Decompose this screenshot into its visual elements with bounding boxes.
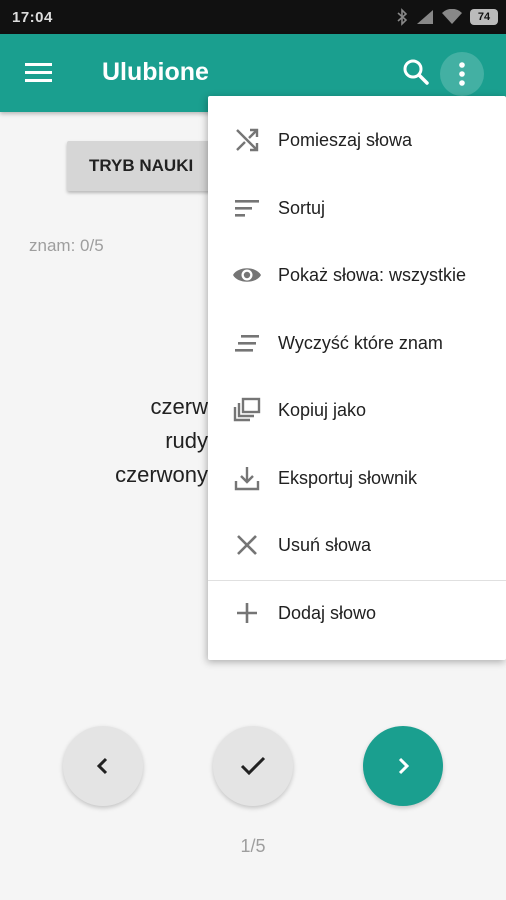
plus-icon xyxy=(232,598,262,628)
status-icons: 74 xyxy=(396,8,498,26)
menu-item-sort[interactable]: Sortuj xyxy=(208,175,506,241)
battery-indicator: 74 xyxy=(470,9,498,25)
copy-icon xyxy=(232,395,262,425)
word-line-1: czerw xyxy=(150,394,208,419)
menu-item-label: Usuń słowa xyxy=(278,534,372,555)
menu-item-label: Wyczyść które znam xyxy=(278,332,443,353)
status-bar: 17:04 74 xyxy=(0,0,506,34)
menu-item-label: Dodaj słowo xyxy=(278,602,377,623)
menu-item-label: Pomieszaj słowa xyxy=(278,129,413,150)
shuffle-icon xyxy=(232,125,262,155)
page-title: Ulubione xyxy=(102,58,209,86)
close-icon xyxy=(232,530,262,560)
menu-item-show-words[interactable]: Pokaż słowa: wszystkie xyxy=(208,242,506,308)
status-time: 17:04 xyxy=(12,9,53,26)
download-icon xyxy=(232,463,262,493)
menu-item-label: Eksportuj słownik xyxy=(278,467,418,488)
check-icon xyxy=(240,756,266,776)
menu-item-add-word[interactable]: Dodaj słowo xyxy=(208,580,506,646)
menu-item-label: Kopiuj jako xyxy=(278,399,367,420)
sort-icon xyxy=(232,193,262,223)
eye-icon xyxy=(232,260,262,290)
menu-item-label: Pokaż słowa: wszystkie xyxy=(278,264,467,285)
cell-signal-icon xyxy=(417,10,433,24)
previous-button[interactable] xyxy=(63,726,143,806)
chevron-left-icon xyxy=(96,757,108,775)
menu-item-label: Sortuj xyxy=(278,197,326,218)
mark-known-button[interactable] xyxy=(213,726,293,806)
menu-item-clear-known[interactable]: Wyczyść które znam xyxy=(208,310,506,376)
known-count: znam: 0/5 xyxy=(29,236,104,255)
learn-mode-button[interactable]: TRYB NAUKI xyxy=(67,141,227,191)
bluetooth-icon xyxy=(397,8,408,26)
menu-item-delete-words[interactable]: Usuń słowa xyxy=(208,512,506,578)
more-options-icon[interactable] xyxy=(440,52,484,96)
hamburger-menu-icon[interactable] xyxy=(24,59,54,87)
menu-item-shuffle[interactable]: Pomieszaj słowa xyxy=(208,107,506,173)
search-icon[interactable] xyxy=(400,56,432,88)
menu-item-copy-as[interactable]: Kopiuj jako xyxy=(208,377,506,443)
wifi-icon xyxy=(442,9,462,24)
next-button[interactable] xyxy=(363,726,443,806)
chevron-right-icon xyxy=(398,757,410,775)
clear-all-icon xyxy=(232,328,262,358)
overflow-menu: Pomieszaj słowa Sortuj Pokaż słowa: wszy… xyxy=(208,96,506,660)
word-line-3: czerwony xyxy=(115,462,208,487)
word-line-2: rudy xyxy=(165,428,208,453)
page-indicator: 1/5 xyxy=(240,836,266,856)
menu-item-export[interactable]: Eksportuj słownik xyxy=(208,445,506,511)
